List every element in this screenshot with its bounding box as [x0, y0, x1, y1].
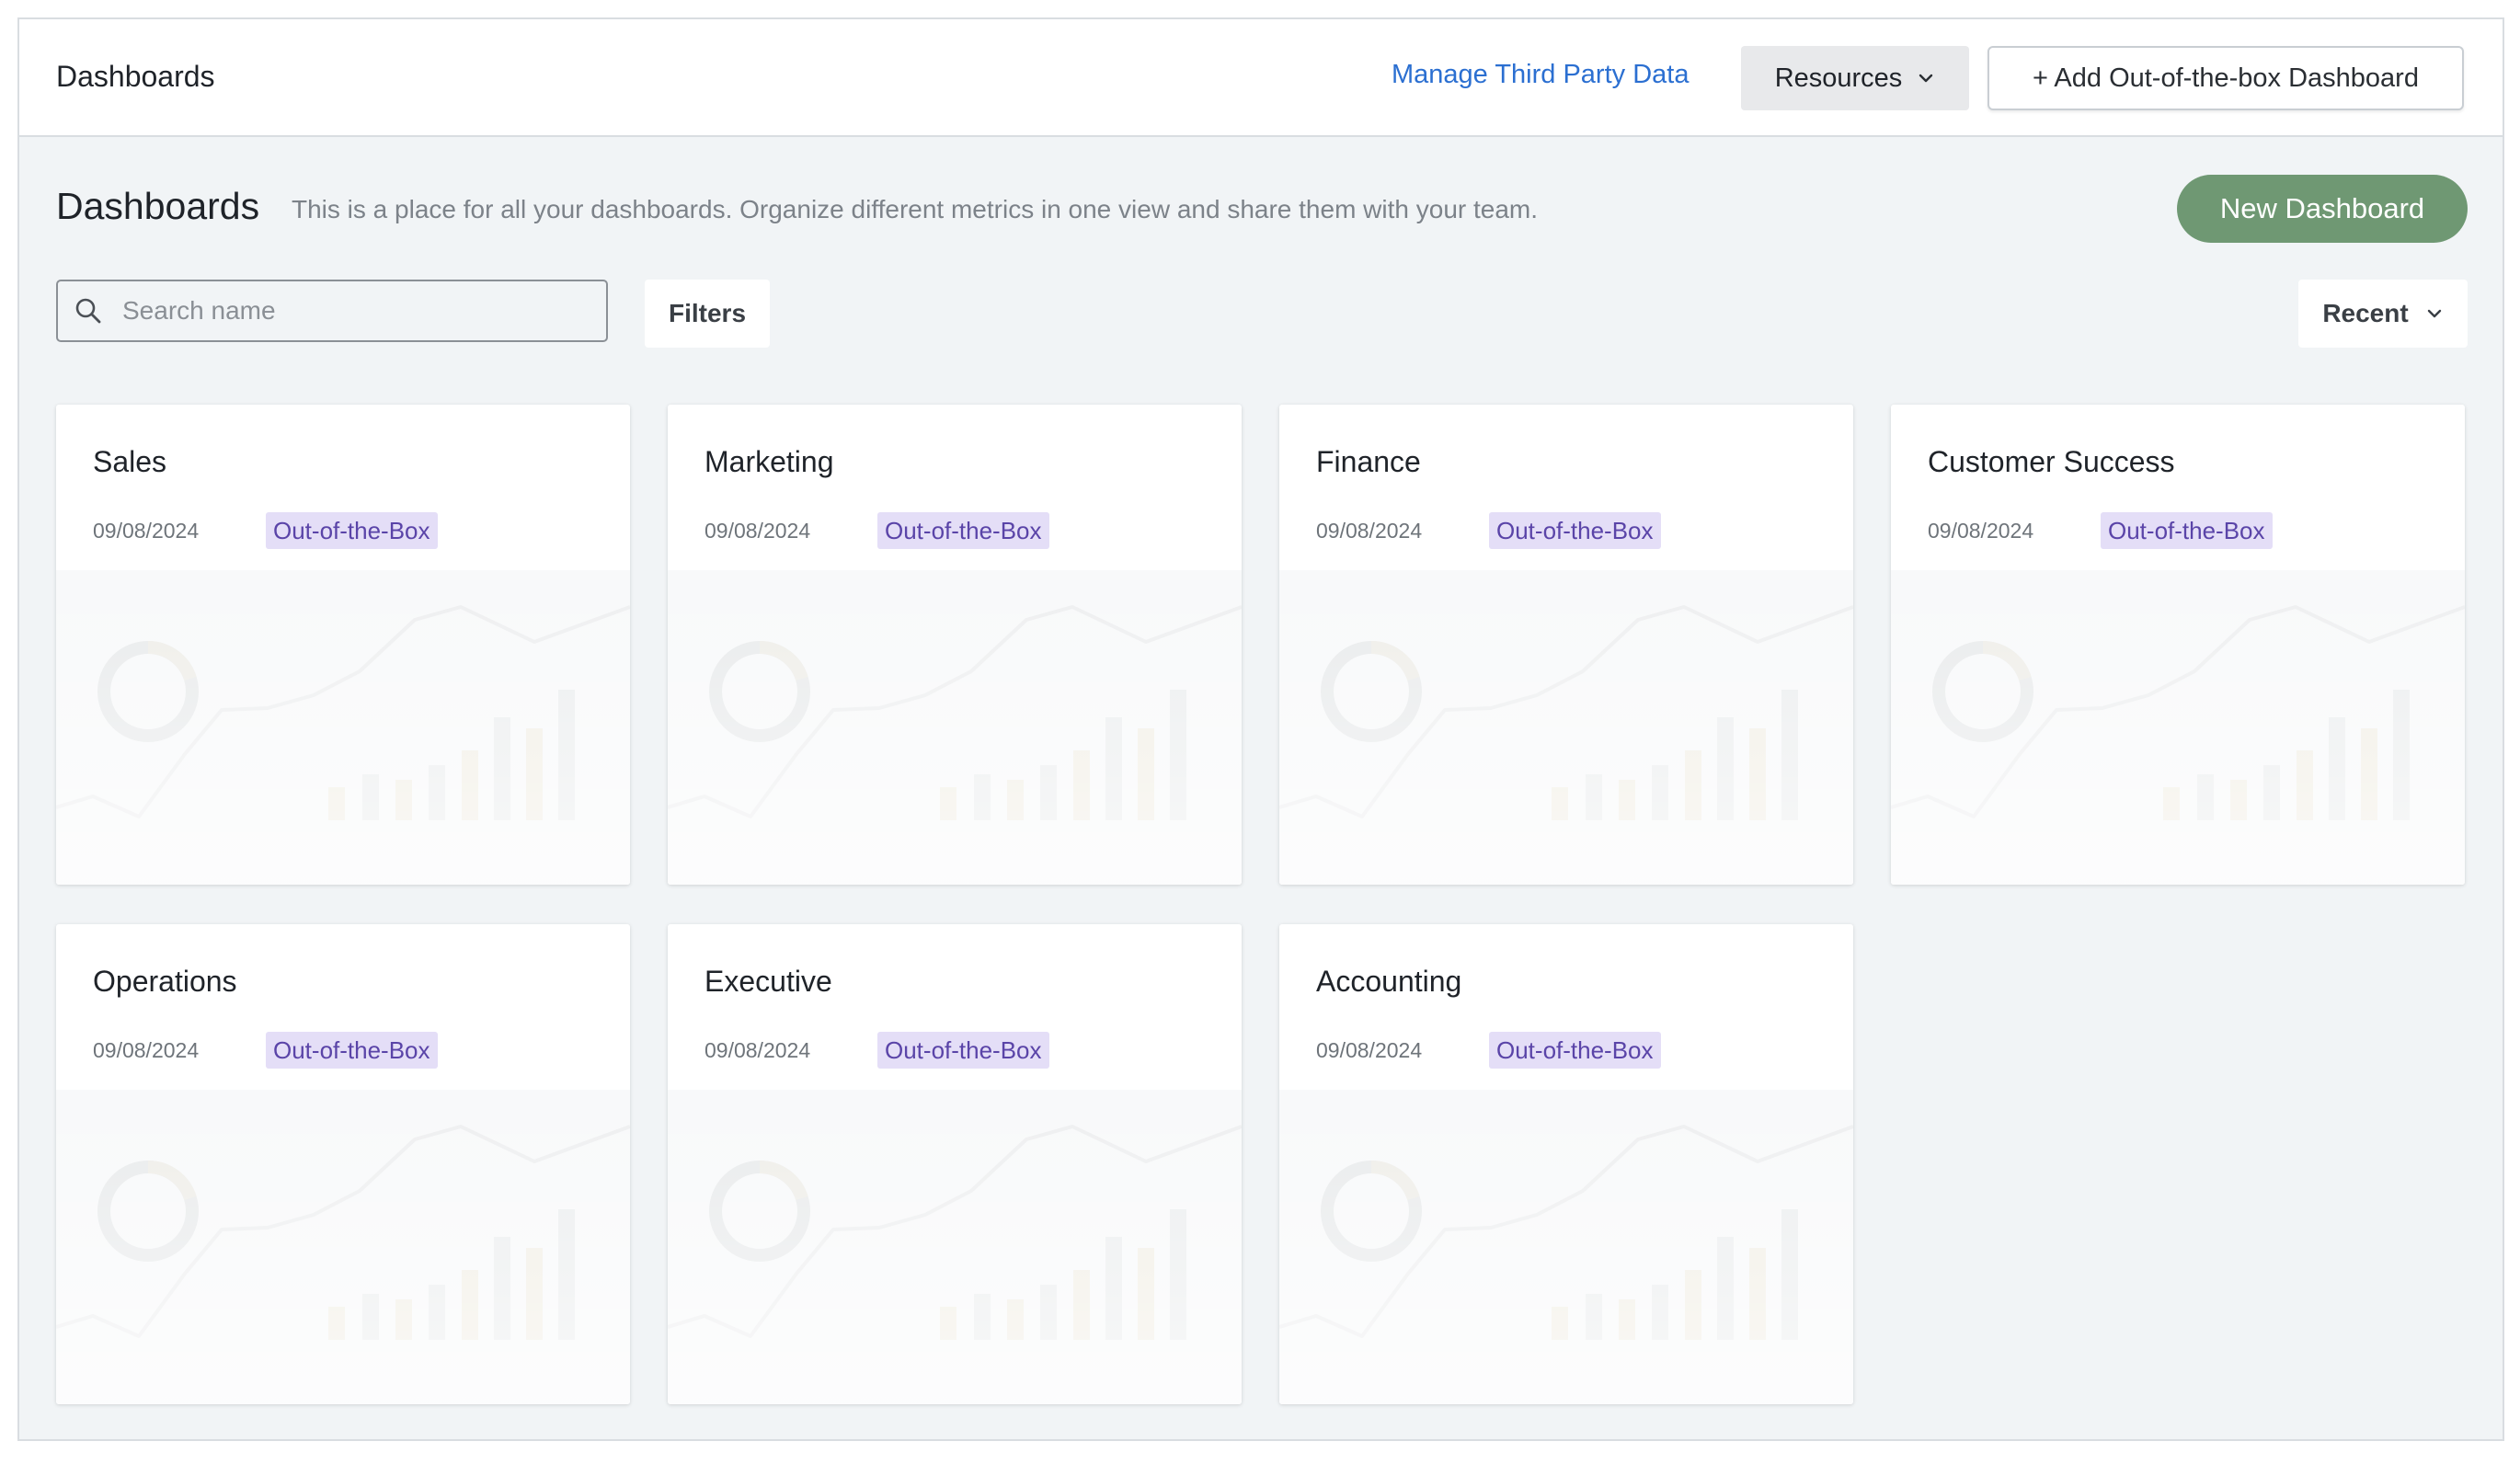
search-input[interactable]	[122, 296, 564, 326]
dashboard-card[interactable]: Accounting 09/08/2024 Out-of-the-Box	[1279, 924, 1853, 1404]
top-bar: Dashboards Manage Third Party Data Resou…	[19, 19, 2503, 137]
manage-third-party-data-link[interactable]: Manage Third Party Data	[1392, 60, 1689, 90]
dashboard-card-title: Operations	[93, 965, 237, 998]
dashboard-card-date: 09/08/2024	[1316, 1038, 1423, 1062]
chart-preview-illustration	[1279, 1090, 1853, 1404]
dashboard-card-title: Sales	[93, 445, 167, 478]
out-of-the-box-badge: Out-of-the-Box	[1489, 1032, 1661, 1069]
dashboard-card[interactable]: Finance 09/08/2024 Out-of-the-Box	[1279, 405, 1853, 885]
dashboard-card-title: Marketing	[704, 445, 834, 478]
chart-preview-illustration	[56, 1090, 630, 1404]
dashboard-card-title: Finance	[1316, 445, 1421, 478]
chart-preview-illustration	[668, 570, 1242, 885]
dashboard-card-date: 09/08/2024	[93, 1038, 200, 1062]
dashboard-card-preview	[56, 1090, 630, 1404]
out-of-the-box-badge: Out-of-the-Box	[877, 1032, 1049, 1069]
add-out-of-the-box-dashboard-button[interactable]: + Add Out-of-the-box Dashboard	[1987, 46, 2464, 110]
page-title: Dashboards	[56, 185, 260, 227]
dashboard-card-title: Accounting	[1316, 965, 1462, 998]
chart-preview-illustration	[1279, 570, 1853, 885]
chevron-down-icon	[2427, 309, 2441, 318]
dashboard-card-preview	[1279, 570, 1853, 885]
resources-label: Resources	[1774, 63, 1903, 93]
chart-preview-illustration	[668, 1090, 1242, 1404]
filters-button[interactable]: Filters	[645, 280, 770, 348]
dashboard-card-title: Customer Success	[1928, 445, 2175, 478]
chart-preview-illustration	[56, 570, 630, 885]
out-of-the-box-badge: Out-of-the-Box	[2101, 512, 2273, 549]
chart-preview-illustration	[1891, 570, 2465, 885]
search-icon	[75, 298, 101, 324]
dashboard-card[interactable]: Sales 09/08/2024 Out-of-the-Box	[56, 405, 630, 885]
dashboard-card-date: 09/08/2024	[704, 519, 811, 543]
dashboard-card-date: 09/08/2024	[704, 1038, 811, 1062]
out-of-the-box-badge: Out-of-the-Box	[266, 1032, 438, 1069]
dashboard-card-preview	[1279, 1090, 1853, 1404]
out-of-the-box-badge: Out-of-the-Box	[1489, 512, 1661, 549]
dashboard-card-preview	[1891, 570, 2465, 885]
dashboard-card-date: 09/08/2024	[1928, 519, 2034, 543]
top-bar-title: Dashboards	[56, 60, 215, 93]
page-description: This is a place for all your dashboards.…	[292, 195, 1539, 223]
chevron-down-icon	[1919, 74, 1933, 83]
dashboard-card-preview	[56, 570, 630, 885]
out-of-the-box-badge: Out-of-the-Box	[877, 512, 1049, 549]
search-box	[56, 280, 608, 342]
dashboard-card-preview	[668, 570, 1242, 885]
dashboard-card-date: 09/08/2024	[93, 519, 200, 543]
new-dashboard-button[interactable]: New Dashboard	[2177, 175, 2468, 243]
dashboard-card[interactable]: Marketing 09/08/2024 Out-of-the-Box	[668, 405, 1242, 885]
dashboard-card[interactable]: Customer Success 09/08/2024 Out-of-the-B…	[1891, 405, 2465, 885]
sort-label: Recent	[2322, 299, 2409, 327]
sort-dropdown-button[interactable]: Recent	[2298, 280, 2468, 348]
resources-dropdown-button[interactable]: Resources	[1741, 46, 1969, 110]
dashboard-card-date: 09/08/2024	[1316, 519, 1423, 543]
dashboard-card[interactable]: Operations 09/08/2024 Out-of-the-Box	[56, 924, 630, 1404]
dashboard-card-title: Executive	[704, 965, 832, 998]
app-frame: Dashboards Manage Third Party Data Resou…	[17, 17, 2504, 1441]
dashboard-card-preview	[668, 1090, 1242, 1404]
dashboard-card[interactable]: Executive 09/08/2024 Out-of-the-Box	[668, 924, 1242, 1404]
out-of-the-box-badge: Out-of-the-Box	[266, 512, 438, 549]
